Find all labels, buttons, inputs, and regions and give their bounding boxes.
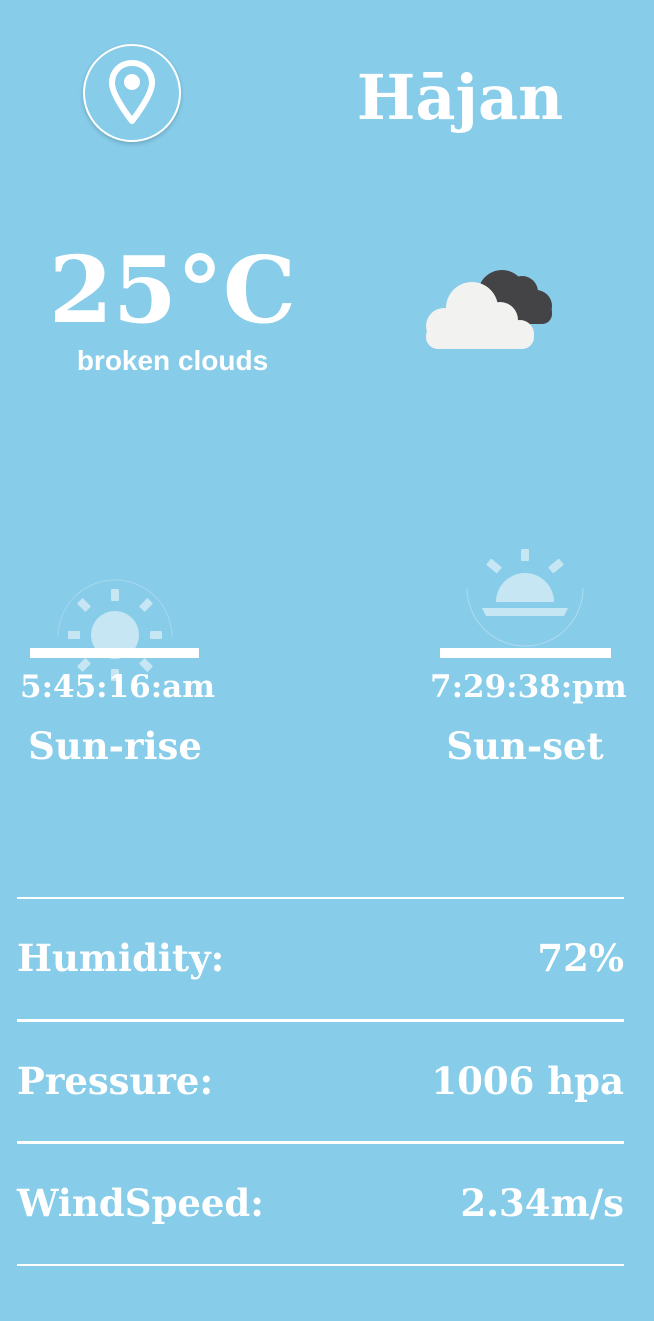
map-pin-icon xyxy=(109,60,155,124)
temperature: 25°C xyxy=(48,236,297,344)
windspeed-label: WindSpeed: xyxy=(17,1181,264,1225)
humidity-row: Humidity: 72% xyxy=(17,899,624,1017)
sunset-divider xyxy=(440,648,611,658)
pressure-row: Pressure: 1006 hpa xyxy=(17,1022,624,1140)
windspeed-row: WindSpeed: 2.34m/s xyxy=(17,1144,624,1262)
sunrise-time: 5:45:16:am xyxy=(20,669,216,705)
sunset-icon xyxy=(460,538,590,658)
location-button[interactable] xyxy=(83,44,181,142)
sunset-time: 7:29:38:pm xyxy=(430,669,627,705)
pressure-label: Pressure: xyxy=(17,1059,214,1103)
sunrise-divider xyxy=(30,648,199,658)
broken-clouds-icon xyxy=(420,262,560,356)
sunset-label: Sun-set xyxy=(446,724,604,768)
windspeed-value: 2.34m/s xyxy=(460,1181,624,1225)
humidity-label: Humidity: xyxy=(17,936,225,980)
weather-description: broken clouds xyxy=(76,345,269,376)
humidity-value: 72% xyxy=(537,936,624,980)
city-name: Hājan xyxy=(356,61,564,134)
divider xyxy=(17,1264,624,1266)
pressure-value: 1006 hpa xyxy=(431,1059,624,1103)
sunrise-label: Sun-rise xyxy=(28,724,202,768)
